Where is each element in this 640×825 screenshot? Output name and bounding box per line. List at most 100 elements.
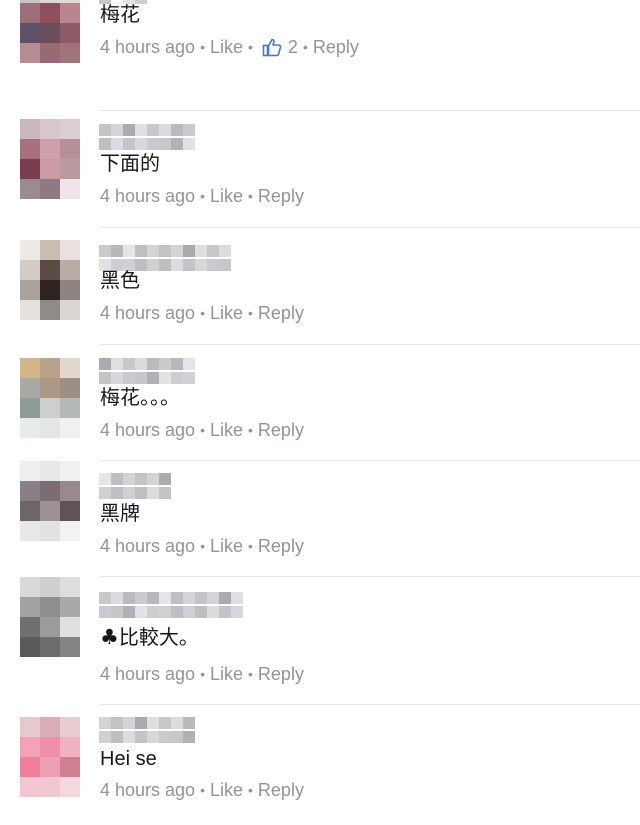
commenter-avatar[interactable] (20, 717, 80, 797)
meta-separator: • (248, 422, 253, 438)
like-link[interactable]: Like (210, 36, 243, 58)
avatar-pixel (60, 300, 80, 320)
avatar-pixel (40, 737, 60, 757)
comment-item: Hei se 4 hours ago • Like • Reply (0, 705, 640, 825)
avatar-pixel (20, 501, 40, 521)
avatar-pixel (60, 260, 80, 280)
commenter-avatar[interactable] (20, 358, 80, 438)
like-count[interactable]: 2 (288, 36, 298, 58)
avatar-pixel (40, 461, 60, 481)
commenter-avatar[interactable] (20, 0, 80, 63)
avatar-pixel (20, 23, 40, 43)
avatar-pixel (20, 777, 40, 797)
avatar-pixel (40, 757, 60, 777)
avatar-pixel (20, 521, 40, 541)
avatar-pixel (40, 300, 60, 320)
comment-meta: 4 hours ago • Like • Reply (100, 185, 304, 207)
comment-timestamp[interactable]: 4 hours ago (100, 779, 195, 801)
avatar-pixel (20, 139, 40, 159)
avatar-pixel (60, 280, 80, 300)
commenter-avatar[interactable] (20, 119, 80, 199)
commenter-avatar[interactable] (20, 240, 80, 320)
avatar-pixel (60, 481, 80, 501)
avatar-pixel (60, 358, 80, 378)
avatar-pixel (60, 501, 80, 521)
avatar-pixel (60, 139, 80, 159)
avatar-pixel (20, 43, 40, 63)
avatar-pixel (40, 139, 60, 159)
meta-separator: • (248, 305, 253, 321)
avatar-pixel (60, 119, 80, 139)
thumbs-up-icon (262, 38, 282, 57)
avatar-pixel (40, 43, 60, 63)
avatar-pixel (60, 240, 80, 260)
avatar-pixel (20, 179, 40, 199)
avatar-pixel (20, 260, 40, 280)
meta-separator: • (200, 305, 205, 321)
avatar-pixel (60, 43, 80, 63)
like-link[interactable]: Like (210, 779, 243, 801)
reply-link[interactable]: Reply (258, 185, 304, 207)
comment-timestamp[interactable]: 4 hours ago (100, 419, 195, 441)
avatar-pixel (60, 637, 80, 657)
meta-separator: • (200, 422, 205, 438)
comment-timestamp[interactable]: 4 hours ago (100, 302, 195, 324)
comment-meta: 4 hours ago • Like • 2 • Reply (100, 36, 359, 58)
comment-meta: 4 hours ago • Like • Reply (100, 419, 304, 441)
avatar-pixel (40, 418, 60, 438)
comment-timestamp[interactable]: 4 hours ago (100, 535, 195, 557)
commenter-avatar[interactable] (20, 461, 80, 541)
avatar-pixel (20, 358, 40, 378)
meta-separator: • (200, 188, 205, 204)
comment-timestamp[interactable]: 4 hours ago (100, 185, 195, 207)
meta-separator: • (248, 39, 253, 55)
commenter-name-redacted[interactable] (99, 592, 243, 618)
avatar-pixel (40, 597, 60, 617)
avatar-pixel (20, 717, 40, 737)
avatar-pixel (40, 378, 60, 398)
comment-body: 黑色 (100, 270, 140, 292)
like-link[interactable]: Like (210, 419, 243, 441)
comment-body: 梅花。。。 (100, 387, 180, 409)
comment-meta: 4 hours ago • Like • Reply (100, 663, 304, 685)
avatar-pixel (40, 119, 60, 139)
reply-link[interactable]: Reply (313, 36, 359, 58)
avatar-pixel (20, 637, 40, 657)
avatar-pixel (60, 777, 80, 797)
reply-link[interactable]: Reply (258, 302, 304, 324)
commenter-name-redacted[interactable] (99, 717, 195, 743)
commenter-name-redacted[interactable] (99, 358, 195, 384)
meta-separator: • (200, 782, 205, 798)
like-link[interactable]: Like (210, 663, 243, 685)
avatar-pixel (40, 280, 60, 300)
comment-body: 梅花 (100, 4, 140, 26)
reply-link[interactable]: Reply (258, 779, 304, 801)
reply-link[interactable]: Reply (258, 535, 304, 557)
commenter-name-redacted[interactable] (99, 245, 231, 271)
avatar-pixel (40, 398, 60, 418)
commenter-name-redacted[interactable] (99, 473, 171, 499)
avatar-pixel (20, 757, 40, 777)
comment-timestamp[interactable]: 4 hours ago (100, 663, 195, 685)
like-link[interactable]: Like (210, 302, 243, 324)
avatar-pixel (20, 300, 40, 320)
comment-text: 梅花。。。 (100, 386, 180, 410)
comment-item: 下面的 4 hours ago • Like • Reply (0, 111, 640, 228)
comment-meta: 4 hours ago • Like • Reply (100, 779, 304, 801)
like-link[interactable]: Like (210, 185, 243, 207)
meta-separator: • (200, 538, 205, 554)
commenter-name-redacted[interactable] (99, 124, 195, 150)
reply-link[interactable]: Reply (258, 419, 304, 441)
reply-link[interactable]: Reply (258, 663, 304, 685)
avatar-pixel (60, 521, 80, 541)
like-link[interactable]: Like (210, 535, 243, 557)
avatar-pixel (60, 159, 80, 179)
avatar-pixel (20, 737, 40, 757)
comment-timestamp[interactable]: 4 hours ago (100, 36, 195, 58)
avatar-pixel (60, 737, 80, 757)
avatar-pixel (60, 597, 80, 617)
comment-text: Hei se (100, 747, 157, 771)
meta-separator: • (248, 666, 253, 682)
comment-text: 黑牌 (100, 502, 140, 526)
commenter-avatar[interactable] (20, 577, 80, 657)
